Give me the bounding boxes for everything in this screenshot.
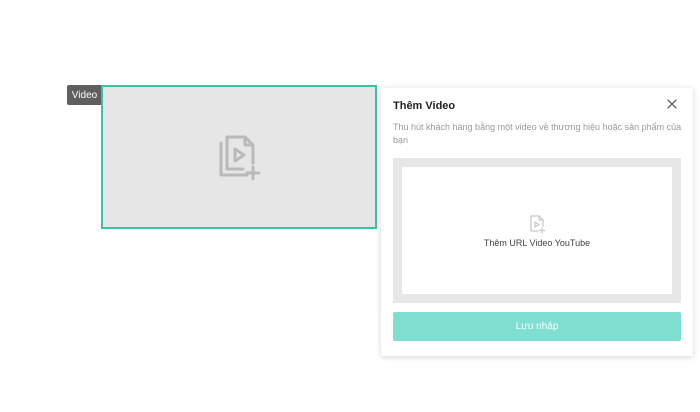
panel-description: Thu hút khách hàng bằng một video về thư… <box>393 122 682 145</box>
youtube-url-area: Thêm URL Video YouTube <box>393 158 681 303</box>
video-block-tag: Video <box>67 85 102 105</box>
add-youtube-url-button[interactable]: Thêm URL Video YouTube <box>402 167 672 294</box>
video-file-add-icon <box>530 214 546 234</box>
panel-title: Thêm Video <box>393 100 456 112</box>
add-youtube-url-label: Thêm URL Video YouTube <box>483 237 591 248</box>
video-block-placeholder[interactable] <box>101 85 377 229</box>
save-draft-button[interactable]: Lưu nháp <box>393 312 681 341</box>
close-button[interactable] <box>665 97 679 111</box>
video-files-add-icon <box>219 135 261 181</box>
close-icon <box>667 99 677 109</box>
add-video-panel: Thêm Video Thu hút khách hàng bằng một v… <box>381 88 693 356</box>
